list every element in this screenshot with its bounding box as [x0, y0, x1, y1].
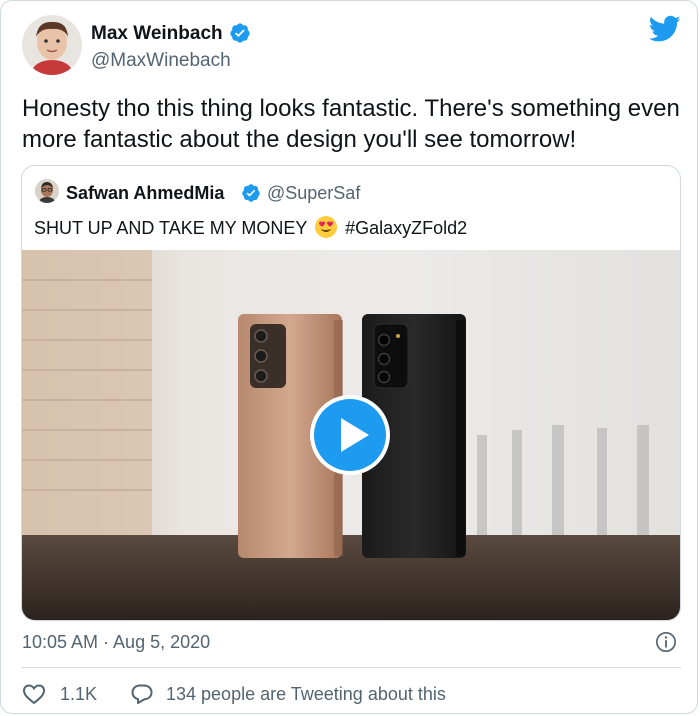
divider [22, 667, 681, 668]
quoted-text-before: SHUT UP AND TAKE MY MONEY [34, 218, 308, 238]
play-icon[interactable] [309, 394, 391, 476]
reply-icon[interactable] [130, 683, 154, 705]
twitter-bird-icon[interactable] [649, 15, 681, 43]
quoted-display-name[interactable]: Safwan AhmedMia [66, 183, 224, 204]
video-thumbnail[interactable] [22, 250, 680, 620]
timestamp[interactable]: 10:05 AM · Aug 5, 2020 [22, 632, 210, 653]
handle[interactable]: @MaxWinebach [91, 50, 231, 72]
quoted-text: SHUT UP AND TAKE MY MONEY #GalaxyZFold2 [34, 215, 467, 239]
display-name[interactable]: Max Weinbach [91, 23, 223, 45]
heart-eyes-emoji-icon [315, 216, 338, 238]
heart-icon[interactable] [22, 683, 46, 705]
quoted-hashtag[interactable]: #GalaxyZFold2 [345, 218, 467, 238]
tweet-text: Honesty tho this thing looks fantastic. … [22, 95, 680, 153]
avatar[interactable] [22, 15, 82, 75]
tweeting-about-link[interactable]: 134 people are Tweeting about this [166, 684, 446, 705]
info-icon[interactable] [655, 631, 677, 653]
quoted-avatar[interactable] [35, 179, 59, 203]
quoted-tweet[interactable]: Safwan AhmedMia @SuperSaf SHUT UP AND TA… [21, 165, 681, 621]
tweet-card[interactable]: Max Weinbach @MaxWinebach Honesty tho th… [0, 0, 698, 714]
like-count[interactable]: 1.1K [60, 684, 97, 705]
verified-badge-icon [242, 184, 260, 202]
verified-badge-icon [230, 23, 250, 43]
quoted-handle[interactable]: @SuperSaf [267, 183, 360, 204]
